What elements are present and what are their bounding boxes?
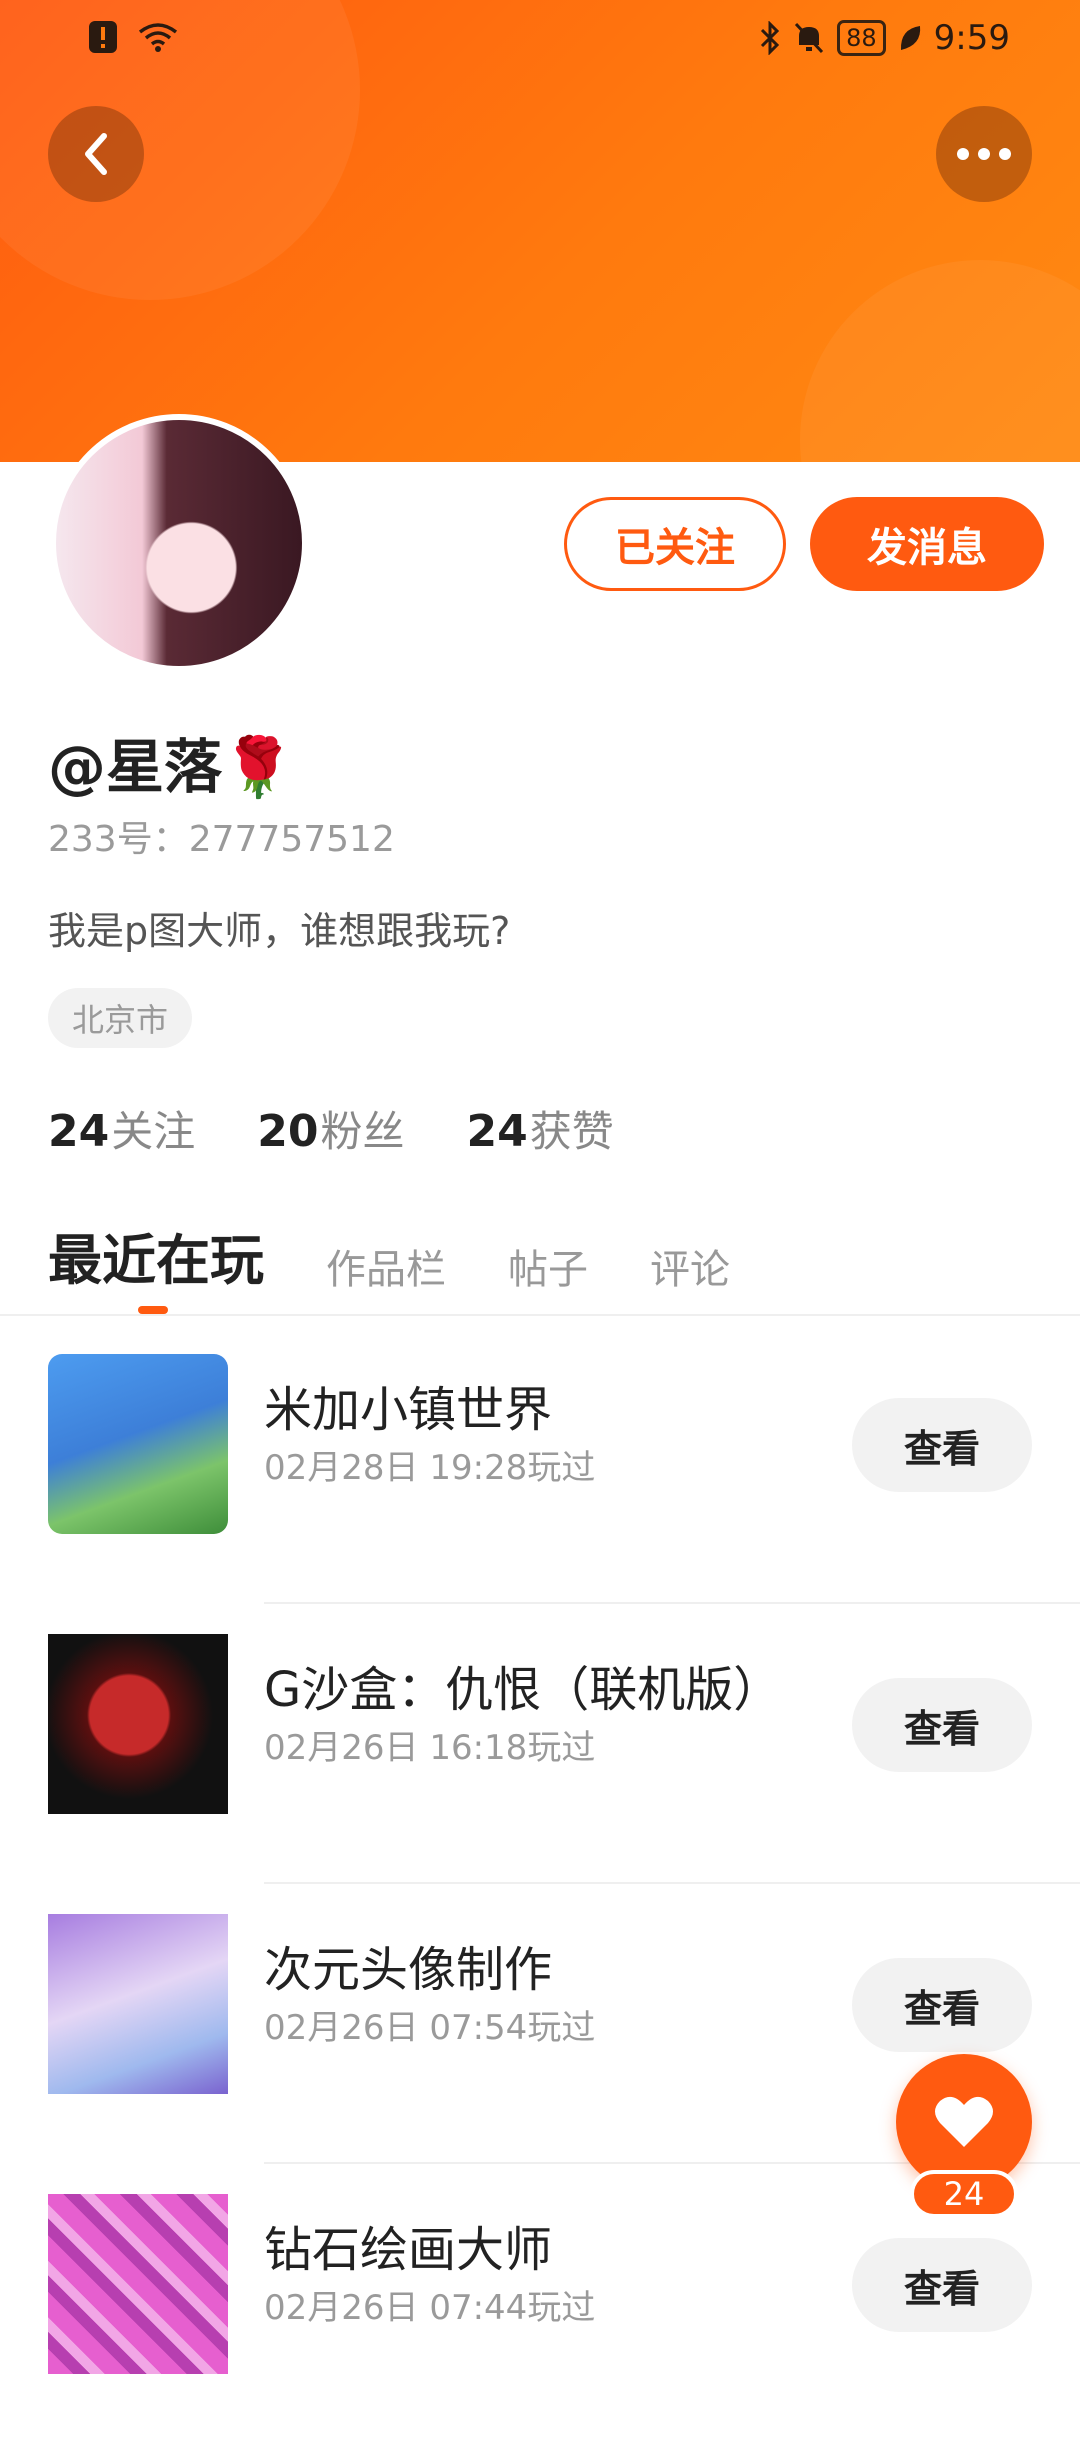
profile-tabs: 最近在玩 作品栏 帖子 评论 — [48, 1216, 730, 1295]
stat-label: 关注 — [111, 1107, 196, 1156]
game-name: 米加小镇世界 — [264, 1382, 553, 1438]
played-time: 02月28日 19:28玩过 — [264, 1448, 596, 1488]
battery-icon: 88 — [837, 20, 886, 56]
alert-icon — [89, 21, 117, 53]
stat-following[interactable]: 24关注 — [48, 1098, 195, 1159]
heart-icon — [935, 2096, 993, 2147]
stat-count: 20 — [257, 1106, 319, 1157]
location-tag: 北京市 — [48, 988, 193, 1048]
view-button[interactable]: 查看 — [852, 1958, 1032, 2052]
back-button[interactable] — [48, 106, 144, 202]
game-icon — [48, 1634, 228, 1814]
bio: 我是p图大师，谁想跟我玩? — [48, 909, 511, 953]
tab-recently-played[interactable]: 最近在玩 — [48, 1216, 264, 1295]
played-time: 02月26日 16:18玩过 — [264, 1728, 596, 1768]
mute-icon — [794, 22, 824, 54]
view-button[interactable]: 查看 — [852, 2238, 1032, 2332]
send-message-button[interactable]: 发消息 — [810, 497, 1044, 591]
played-time: 02月26日 07:44玩过 — [264, 2288, 596, 2328]
stat-likes[interactable]: 24获赞 — [467, 1098, 614, 1159]
nickname: @星落🌹 — [48, 733, 295, 801]
active-tab-indicator — [138, 1306, 168, 1314]
stats-row: 24关注 20粉丝 24获赞 — [48, 1098, 614, 1159]
status-bar: 88 9:59 — [0, 0, 1080, 80]
chevron-left-icon — [85, 133, 107, 175]
list-item[interactable]: 米加小镇世界 02月28日 19:28玩过 查看 — [0, 1324, 1080, 1604]
played-time: 02月26日 07:54玩过 — [264, 2008, 596, 2048]
stat-count: 24 — [466, 1106, 528, 1157]
banner-decoration — [800, 260, 1080, 462]
follow-button[interactable]: 已关注 — [564, 497, 786, 591]
game-name: 钻石绘画大师 — [264, 2222, 553, 2278]
stat-label: 粉丝 — [320, 1107, 405, 1156]
clock: 9:59 — [933, 18, 1010, 58]
game-name: G沙盒：仇恨（联机版） — [264, 1662, 782, 1718]
wifi-icon — [138, 23, 178, 52]
view-button[interactable]: 查看 — [852, 1398, 1032, 1492]
game-icon — [48, 1354, 228, 1534]
more-button[interactable] — [936, 106, 1032, 202]
game-icon — [48, 2194, 228, 2374]
avatar[interactable] — [50, 414, 308, 672]
more-dots-icon — [957, 148, 1011, 160]
bluetooth-icon — [761, 21, 780, 55]
game-name: 次元头像制作 — [264, 1942, 553, 1998]
view-button[interactable]: 查看 — [852, 1678, 1032, 1772]
game-icon — [48, 1914, 228, 2094]
stat-count: 24 — [48, 1106, 110, 1157]
list-item[interactable]: G沙盒：仇恨（联机版） 02月26日 16:18玩过 查看 — [0, 1604, 1080, 1884]
tab-comments[interactable]: 评论 — [650, 1237, 730, 1295]
stat-fans[interactable]: 20粉丝 — [257, 1098, 404, 1159]
tab-posts[interactable]: 帖子 — [508, 1237, 588, 1295]
divider — [0, 1314, 1080, 1316]
user-id: 233号：277757512 — [48, 819, 395, 860]
like-count-badge: 24 — [910, 2170, 1018, 2218]
tab-works[interactable]: 作品栏 — [326, 1237, 446, 1295]
stat-label: 获赞 — [529, 1107, 614, 1156]
leaf-icon — [900, 26, 920, 50]
